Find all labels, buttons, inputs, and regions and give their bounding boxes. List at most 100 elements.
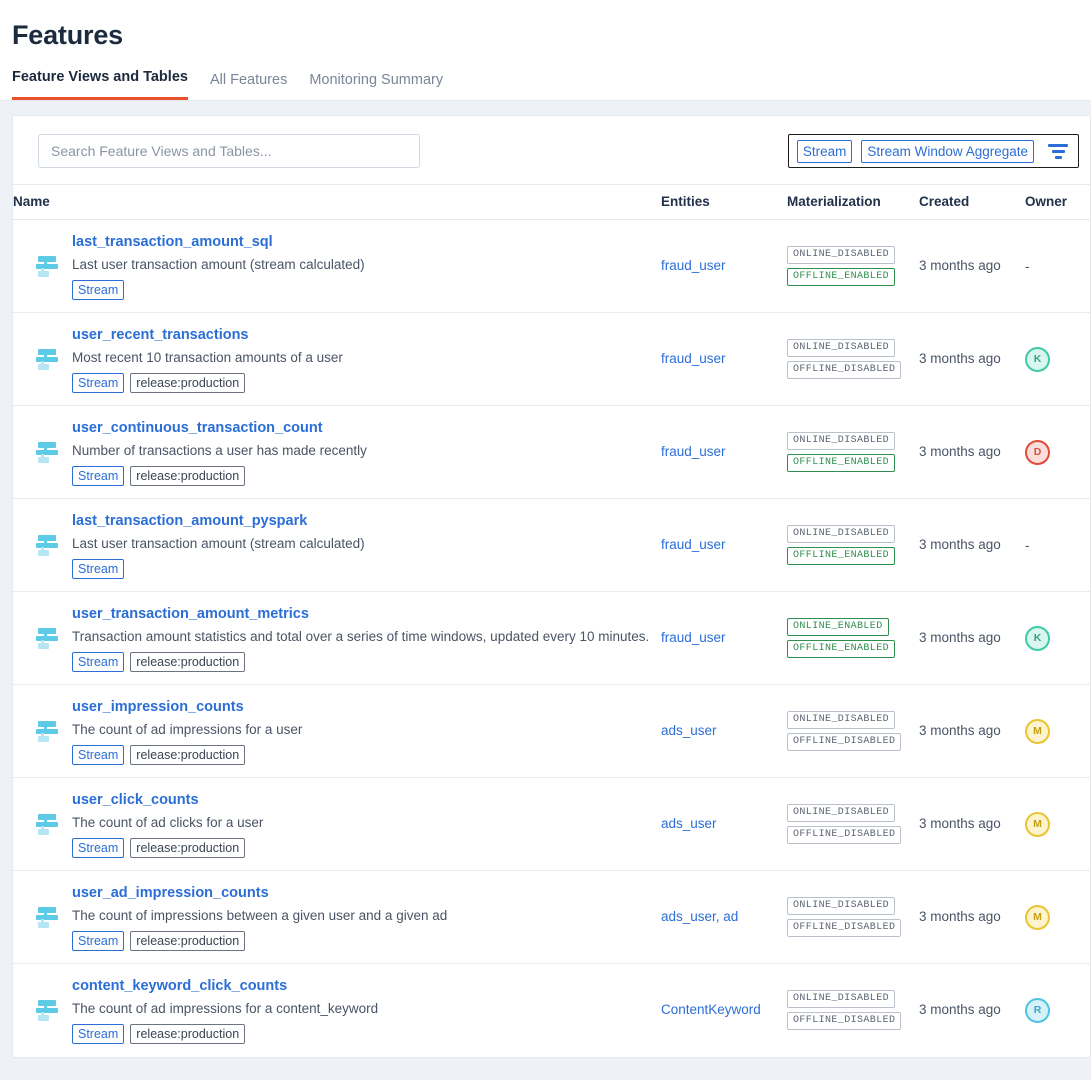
- table-row[interactable]: user_ad_impression_counts The count of im…: [13, 871, 1091, 964]
- materialization-badges: ONLINE_DISABLEDOFFLINE_DISABLED: [787, 990, 919, 1030]
- tag-stream[interactable]: Stream: [72, 838, 124, 858]
- avatar[interactable]: M: [1025, 812, 1050, 837]
- table-row[interactable]: user_continuous_transaction_countNumber …: [13, 406, 1091, 499]
- cell-created: 3 months ago: [919, 406, 1025, 499]
- tag-release-production[interactable]: release:production: [130, 838, 245, 858]
- cell-created: 3 months ago: [919, 685, 1025, 778]
- tag-stream[interactable]: Stream: [72, 652, 124, 672]
- status-badge: ONLINE_DISABLED: [787, 711, 895, 729]
- feature-view-description: The count of impressions between a given…: [72, 907, 447, 924]
- feature-view-link[interactable]: content_keyword_click_counts: [72, 977, 378, 995]
- table-row[interactable]: last_transaction_amount_sqlLast user tra…: [13, 220, 1091, 313]
- tag-stream[interactable]: Stream: [72, 466, 124, 486]
- feature-view-link[interactable]: user_transaction_amount_metrics: [72, 605, 649, 623]
- cell-owner: -: [1025, 220, 1091, 313]
- column-header-owner[interactable]: Owner: [1025, 185, 1091, 220]
- avatar[interactable]: M: [1025, 719, 1050, 744]
- tag-list: Stream release:production: [72, 373, 343, 393]
- feature-view-description: The count of ad impressions for a user: [72, 721, 302, 738]
- cell-materialization: ONLINE_DISABLEDOFFLINE_DISABLED: [787, 964, 919, 1057]
- status-badge: ONLINE_DISABLED: [787, 339, 895, 357]
- cell-owner: -: [1025, 499, 1091, 592]
- tag-release-production[interactable]: release:production: [130, 1024, 245, 1044]
- search-input[interactable]: [38, 134, 420, 168]
- tab-bar: Feature Views and Tables All Features Moni…: [0, 52, 1091, 100]
- cell-name: content_keyword_click_countsThe count of…: [13, 964, 661, 1057]
- feature-view-link[interactable]: last_transaction_amount_pyspark: [72, 512, 365, 530]
- status-badge: ONLINE_DISABLED: [787, 246, 895, 264]
- cell-name: user_impression_counts The count of ad im…: [13, 685, 661, 778]
- column-header-entities[interactable]: Entities: [661, 185, 787, 220]
- cell-entities: fraud_user: [661, 313, 787, 406]
- table-row[interactable]: content_keyword_click_countsThe count of…: [13, 964, 1091, 1057]
- entity-link[interactable]: fraud_user: [661, 258, 726, 273]
- entity-link[interactable]: ads_user, ad: [661, 909, 738, 924]
- entity-link[interactable]: fraud_user: [661, 444, 726, 459]
- column-header-created[interactable]: Created: [919, 185, 1025, 220]
- avatar[interactable]: K: [1025, 626, 1050, 651]
- status-badge: OFFLINE_ENABLED: [787, 268, 895, 286]
- avatar[interactable]: R: [1025, 998, 1050, 1023]
- feature-view-link[interactable]: user_click_counts: [72, 791, 263, 809]
- entity-link[interactable]: ads_user: [661, 723, 717, 738]
- cell-entities: fraud_user: [661, 220, 787, 313]
- tag-stream[interactable]: Stream: [72, 1024, 124, 1044]
- table-row[interactable]: user_impression_counts The count of ad im…: [13, 685, 1091, 778]
- tab-all-features[interactable]: All Features: [210, 71, 287, 100]
- tag-release-production[interactable]: release:production: [130, 466, 245, 486]
- table-row[interactable]: last_transaction_amount_pysparkLast user…: [13, 499, 1091, 592]
- tag-release-production[interactable]: release:production: [130, 745, 245, 765]
- column-header-materialization[interactable]: Materialization: [787, 185, 919, 220]
- cell-owner: K: [1025, 592, 1091, 685]
- status-badge: ONLINE_DISABLED: [787, 432, 895, 450]
- cell-owner: M: [1025, 871, 1091, 964]
- tag-stream[interactable]: Stream: [72, 559, 124, 579]
- cell-entities: fraud_user: [661, 499, 787, 592]
- feature-view-link[interactable]: user_impression_counts: [72, 698, 302, 716]
- cell-created: 3 months ago: [919, 871, 1025, 964]
- tag-stream[interactable]: Stream: [72, 931, 124, 951]
- cell-materialization: ONLINE_DISABLED OFFLINE_ENABLED: [787, 220, 919, 313]
- filter-chip-stream-window-aggregate[interactable]: Stream Window Aggregate: [861, 140, 1034, 163]
- tag-release-production[interactable]: release:production: [130, 373, 245, 393]
- feature-view-link[interactable]: user_recent_transactions: [72, 326, 343, 344]
- entity-link[interactable]: ContentKeyword: [661, 1002, 761, 1017]
- tag-release-production[interactable]: release:production: [130, 652, 245, 672]
- entity-link[interactable]: fraud_user: [661, 537, 726, 552]
- filter-chip-stream[interactable]: Stream: [797, 140, 853, 163]
- cell-name: user_click_counts The count of ad clicks …: [13, 778, 661, 871]
- cell-name: user_continuous_transaction_countNumber …: [13, 406, 661, 499]
- materialization-badges: ONLINE_DISABLEDOFFLINE_DISABLED: [787, 804, 919, 844]
- entity-link[interactable]: fraud_user: [661, 630, 726, 645]
- cell-entities: ads_user: [661, 778, 787, 871]
- status-badge: ONLINE_DISABLED: [787, 804, 895, 822]
- tag-stream[interactable]: Stream: [72, 373, 124, 393]
- feature-view-link[interactable]: last_transaction_amount_sql: [72, 233, 365, 251]
- feature-view-description: The count of ad clicks for a user: [72, 814, 263, 831]
- table-row[interactable]: user_click_counts The count of ad clicks …: [13, 778, 1091, 871]
- feature-view-link[interactable]: user_continuous_transaction_count: [72, 419, 367, 437]
- avatar[interactable]: M: [1025, 905, 1050, 930]
- feature-view-icon: [36, 535, 58, 555]
- table-body: last_transaction_amount_sqlLast user tra…: [13, 220, 1091, 1057]
- column-header-name[interactable]: Name: [13, 185, 661, 220]
- status-badge: OFFLINE_ENABLED: [787, 547, 895, 565]
- created-timestamp: 3 months ago: [919, 630, 1001, 645]
- feature-view-link[interactable]: user_ad_impression_counts: [72, 884, 447, 902]
- filter-icon[interactable]: [1048, 144, 1068, 159]
- tag-stream[interactable]: Stream: [72, 280, 124, 300]
- avatar[interactable]: D: [1025, 440, 1050, 465]
- avatar[interactable]: K: [1025, 347, 1050, 372]
- cell-name: user_transaction_amount_metricsTransacti…: [13, 592, 661, 685]
- feature-view-icon: [36, 442, 58, 462]
- table-row[interactable]: user_recent_transactionsMost recent 10 t…: [13, 313, 1091, 406]
- created-timestamp: 3 months ago: [919, 816, 1001, 831]
- entity-link[interactable]: ads_user: [661, 816, 717, 831]
- tag-stream[interactable]: Stream: [72, 745, 124, 765]
- entity-link[interactable]: fraud_user: [661, 351, 726, 366]
- tab-monitoring-summary[interactable]: Monitoring Summary: [309, 71, 443, 100]
- tab-feature-views-and-tables[interactable]: Feature Views and Tables: [12, 68, 188, 100]
- table-row[interactable]: user_transaction_amount_metricsTransacti…: [13, 592, 1091, 685]
- tag-release-production[interactable]: release:production: [130, 931, 245, 951]
- created-timestamp: 3 months ago: [919, 1002, 1001, 1017]
